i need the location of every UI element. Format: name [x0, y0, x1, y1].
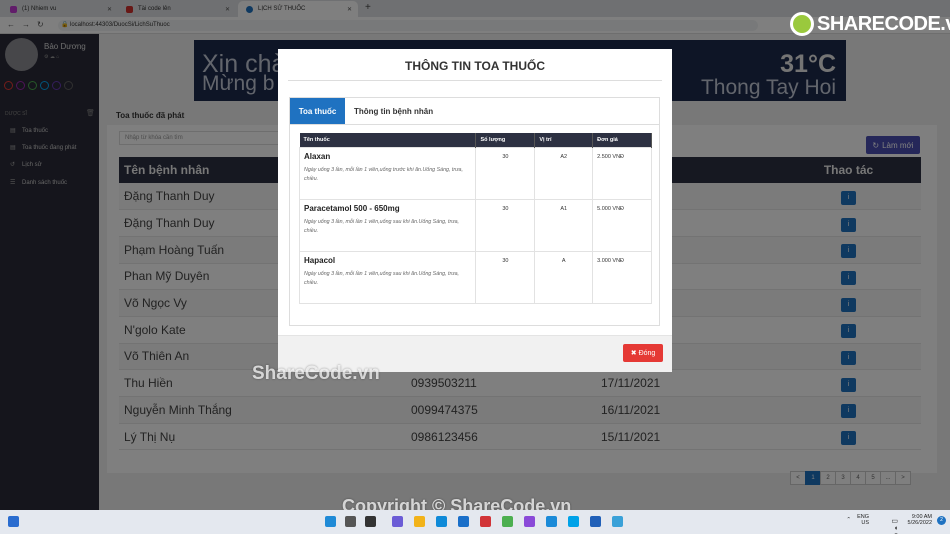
chevron-up-icon[interactable]: ⌃: [846, 517, 851, 523]
table-header: Tên thuốc Số lượng Vị trí Đơn giá: [299, 133, 652, 147]
drug-location: A1: [534, 198, 594, 252]
watermark-center: ShareCode.vn: [252, 363, 380, 384]
column-header: Vị trí: [534, 133, 594, 147]
drug-cell: Paracetamol 500 - 650mg Ngày uống 3 lần, …: [298, 198, 477, 252]
drug-usage: Ngày uống 3 lần, mỗi lần 1 viên,uống sau…: [304, 218, 460, 234]
drug-quantity: 30: [475, 198, 536, 252]
app-icon[interactable]: [612, 516, 623, 527]
taskbar: ⌃ ENG US ▭ ◖ ▮ 9:00 AM 5/26/2022 2: [0, 510, 950, 534]
chrome-icon[interactable]: [502, 516, 513, 527]
column-header: Tên thuốc: [299, 133, 477, 147]
drug-row: Paracetamol 500 - 650mg Ngày uống 3 lần, …: [298, 198, 652, 252]
region-code: US: [861, 520, 869, 526]
widgets-icon[interactable]: [8, 516, 19, 527]
drug-price: 2.500 VNĐ: [592, 146, 652, 200]
app-icon[interactable]: [480, 516, 491, 527]
search-icon[interactable]: [345, 516, 356, 527]
drug-row: Alaxan Ngày uống 3 lần, mỗi lần 1 viên,uố…: [298, 146, 652, 200]
notification-badge[interactable]: 2: [937, 516, 946, 525]
drug-price: 3.000 VNĐ: [592, 250, 652, 304]
drug-name: Paracetamol 500 - 650mg: [304, 203, 400, 213]
close-button[interactable]: ✖ Đóng: [623, 344, 663, 362]
teams-icon[interactable]: [392, 516, 403, 527]
drug-usage: Ngày uống 3 lần, mỗi lần 1 viên,uống sau…: [304, 270, 460, 286]
drug-cell: Hapacol Ngày uống 3 lần, mỗi lần 1 viên,u…: [298, 250, 477, 304]
divider: [288, 80, 662, 81]
divider: [290, 124, 659, 125]
modal-card: Toa thuốc Thông tin bệnh nhân Tên thuốc …: [289, 97, 660, 326]
drug-price: 5.000 VNĐ: [592, 198, 652, 252]
close-icon: ✖: [630, 350, 637, 357]
edge-icon[interactable]: [436, 516, 447, 527]
language-indicator[interactable]: ENG US: [857, 514, 869, 526]
tab-toa-thuoc[interactable]: Toa thuốc: [290, 98, 345, 124]
drug-row: Hapacol Ngày uống 3 lần, mỗi lần 1 viên,u…: [298, 250, 652, 304]
clock[interactable]: 9:00 AM 5/26/2022: [908, 514, 932, 526]
close-label: Đóng: [638, 349, 656, 357]
modal-title: THÔNG TIN TOA THUỐC: [405, 59, 545, 73]
logo-text: SHARECODE.vn: [817, 12, 950, 35]
prescription-modal: THÔNG TIN TOA THUỐC Toa thuốc Thông tin …: [278, 49, 672, 372]
explorer-icon[interactable]: [414, 516, 425, 527]
start-icon[interactable]: [325, 516, 336, 527]
drug-location: A: [534, 250, 594, 304]
drug-usage: Ngày uống 3 lần, mỗi lần 1 viên,uống trư…: [304, 166, 463, 182]
skype-icon[interactable]: [568, 516, 579, 527]
maps-icon[interactable]: [546, 516, 557, 527]
drug-quantity: 30: [475, 146, 536, 200]
column-header: Số lượng: [475, 133, 536, 147]
store-icon[interactable]: [458, 516, 469, 527]
tab-thong-tin-benh-nhan[interactable]: Thông tin bệnh nhân: [354, 98, 433, 124]
clock-date: 5/26/2022: [907, 520, 932, 526]
task-view-icon[interactable]: [365, 516, 376, 527]
drug-location: A2: [534, 146, 594, 200]
vscode-icon[interactable]: [590, 516, 601, 527]
logo-icon: [790, 12, 814, 36]
drug-cell: Alaxan Ngày uống 3 lần, mỗi lần 1 viên,uố…: [298, 146, 477, 200]
drug-name: Hapacol: [304, 255, 336, 265]
column-header: Đơn giá: [592, 133, 652, 147]
drug-name: Alaxan: [304, 151, 331, 161]
visual-studio-icon[interactable]: [524, 516, 535, 527]
network-icon[interactable]: ▭ ◖ ▮: [891, 517, 898, 534]
drug-table: Tên thuốc Số lượng Vị trí Đơn giá Alaxan…: [298, 133, 652, 304]
drug-quantity: 30: [475, 250, 536, 304]
sharecode-logo: SHARECODE.vn: [790, 12, 950, 36]
